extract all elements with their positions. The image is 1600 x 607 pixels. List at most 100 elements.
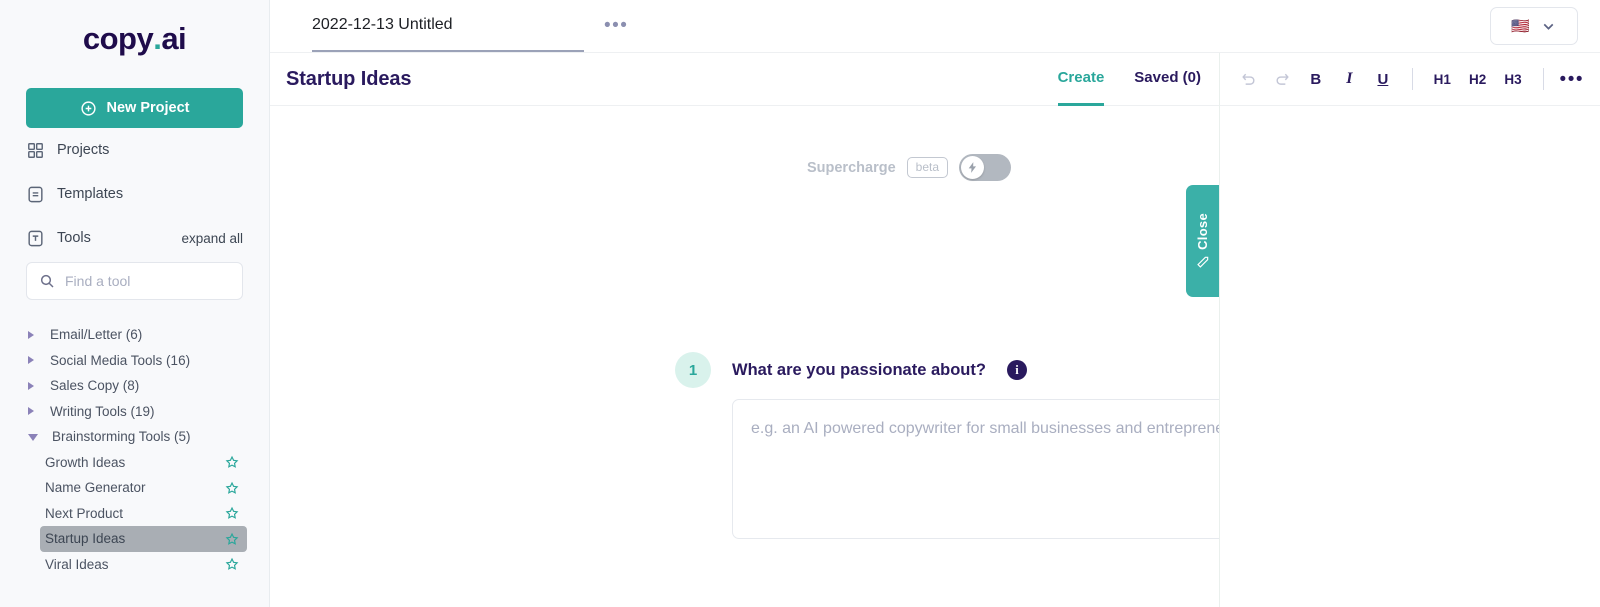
sidebar-item-projects[interactable]: Projects: [0, 128, 269, 172]
tool-item-label: Next Product: [45, 505, 124, 521]
tool-item-name-generator[interactable]: Name Generator: [40, 475, 247, 501]
tool-search-box[interactable]: [26, 262, 243, 300]
answer-textarea-wrapper[interactable]: [732, 399, 1219, 539]
tool-category-list: Email/Letter (6) Social Media Tools (16)…: [0, 322, 269, 577]
beta-badge: beta: [906, 157, 948, 178]
form-header: Startup Ideas Create Saved (0): [270, 53, 1219, 106]
editor-canvas[interactable]: [1220, 106, 1600, 607]
toggle-knob: [961, 156, 984, 179]
logo-text-main: copy: [82, 21, 154, 56]
chevron-right-icon: [28, 330, 36, 339]
close-editor-tab[interactable]: Close: [1186, 185, 1219, 297]
tool-category-brainstorming-tools[interactable]: Brainstorming Tools (5): [0, 424, 269, 450]
redo-button[interactable]: [1270, 65, 1296, 93]
tab-create[interactable]: Create: [1057, 53, 1105, 106]
expand-all-link[interactable]: expand all: [181, 231, 243, 246]
tool-item-viral-ideas[interactable]: Viral Ideas: [40, 552, 247, 578]
undo-icon: [1242, 73, 1255, 85]
grid-icon: [28, 142, 43, 158]
star-icon[interactable]: [225, 532, 239, 546]
star-icon[interactable]: [225, 557, 239, 571]
tool-category-social-media-tools[interactable]: Social Media Tools (16): [0, 348, 269, 374]
form-tabs: Create Saved (0): [1057, 53, 1219, 106]
supercharge-label: Supercharge: [806, 159, 896, 176]
close-editor-label: Close: [1195, 212, 1210, 250]
pencil-icon: [1196, 257, 1208, 269]
logo-text-suffix: ai: [161, 21, 187, 56]
tool-item-growth-ideas[interactable]: Growth Ideas: [40, 450, 247, 476]
editor-toolbar: B I U H1 H2 H3 •••: [1220, 53, 1600, 106]
tool-item-label: Growth Ideas: [45, 454, 126, 470]
app-logo[interactable]: copy. ai: [0, 0, 269, 78]
character-counter: 0/1000: [732, 549, 1219, 563]
heading-1-label: H1: [1433, 71, 1451, 87]
form-body: Supercharge beta 1 What are you passiona…: [270, 106, 1219, 607]
main-area: 2022-12-13 Untitled ••• 🇺🇸 Startup Ideas…: [270, 0, 1600, 607]
tool-category-label: Writing Tools (19): [50, 403, 155, 419]
body-split: Startup Ideas Create Saved (0) Superchar…: [270, 53, 1600, 607]
question-row: 1 What are you passionate about? i: [675, 352, 1027, 388]
sidebar: copy.ai New Project Projects Templates: [0, 0, 270, 607]
document-title: 2022-12-13 Untitled: [312, 16, 453, 33]
search-icon: [40, 274, 54, 288]
sidebar-item-projects-label: Projects: [57, 142, 110, 158]
tool-category-email-letter[interactable]: Email/Letter (6): [0, 322, 269, 348]
tool-item-label: Name Generator: [45, 480, 146, 496]
plus-circle-icon: [80, 100, 96, 116]
editor-pane: B I U H1 H2 H3 •••: [1220, 53, 1600, 607]
search-input[interactable]: [65, 273, 230, 289]
language-selector[interactable]: 🇺🇸: [1490, 7, 1578, 45]
chevron-down-icon: [1543, 23, 1554, 30]
tab-create-label: Create: [1057, 69, 1105, 86]
tool-item-startup-ideas[interactable]: Startup Ideas: [40, 526, 247, 552]
tool-item-label: Startup Ideas: [45, 531, 126, 547]
supercharge-control: Supercharge beta: [807, 154, 1011, 181]
lightning-bolt-icon: [968, 162, 977, 173]
heading-1-button[interactable]: H1: [1429, 65, 1456, 93]
form-pane: Startup Ideas Create Saved (0) Superchar…: [270, 53, 1220, 607]
supercharge-toggle[interactable]: [959, 154, 1011, 181]
toolbar-divider: [1542, 68, 1544, 90]
document-more-button[interactable]: •••: [604, 16, 628, 35]
new-project-label: New Project: [106, 100, 190, 116]
star-icon[interactable]: [225, 506, 239, 520]
top-bar: 2022-12-13 Untitled ••• 🇺🇸: [270, 0, 1600, 53]
tool-category-label: Social Media Tools (16): [50, 352, 191, 368]
answer-input[interactable]: [751, 416, 1219, 522]
tool-category-writing-tools[interactable]: Writing Tools (19): [0, 399, 269, 425]
heading-2-button[interactable]: H2: [1464, 65, 1491, 93]
app-root: copy.ai New Project Projects Templates: [0, 0, 1600, 607]
tool-category-label: Email/Letter (6): [50, 327, 143, 343]
underline-label: U: [1377, 70, 1389, 88]
chevron-right-icon: [28, 381, 36, 390]
tool-category-label: Brainstorming Tools (5): [52, 429, 191, 445]
italic-button[interactable]: I: [1337, 65, 1363, 93]
editor-more-button[interactable]: •••: [1560, 70, 1584, 89]
bold-label: B: [1310, 70, 1322, 88]
tool-item-next-product[interactable]: Next Product: [40, 501, 247, 527]
heading-3-button[interactable]: H3: [1499, 65, 1526, 93]
tab-saved[interactable]: Saved (0): [1134, 53, 1201, 106]
new-project-button[interactable]: New Project: [26, 88, 243, 128]
logo-dot: .: [153, 21, 162, 56]
info-icon[interactable]: i: [1006, 360, 1027, 380]
heading-3-label: H3: [1504, 71, 1522, 87]
sidebar-item-templates-label: Templates: [57, 186, 124, 202]
bold-button[interactable]: B: [1303, 65, 1329, 93]
star-icon[interactable]: [225, 481, 239, 495]
tool-category-label: Sales Copy (8): [50, 378, 140, 394]
undo-button[interactable]: [1236, 65, 1262, 93]
tool-item-label: Viral Ideas: [45, 556, 109, 572]
sidebar-item-tools[interactable]: Tools expand all: [0, 216, 269, 260]
underline-button[interactable]: U: [1370, 65, 1396, 93]
star-icon[interactable]: [225, 455, 239, 469]
heading-2-label: H2: [1468, 71, 1487, 87]
question-number-badge: 1: [675, 352, 711, 388]
question-label: What are you passionate about?: [732, 360, 986, 379]
tool-category-sales-copy[interactable]: Sales Copy (8): [0, 373, 269, 399]
sidebar-item-templates[interactable]: Templates: [0, 172, 269, 216]
chevron-right-icon: [28, 407, 36, 416]
document-tab[interactable]: 2022-12-13 Untitled: [312, 0, 584, 52]
template-icon: [28, 186, 43, 202]
page-title: Startup Ideas: [286, 67, 412, 90]
